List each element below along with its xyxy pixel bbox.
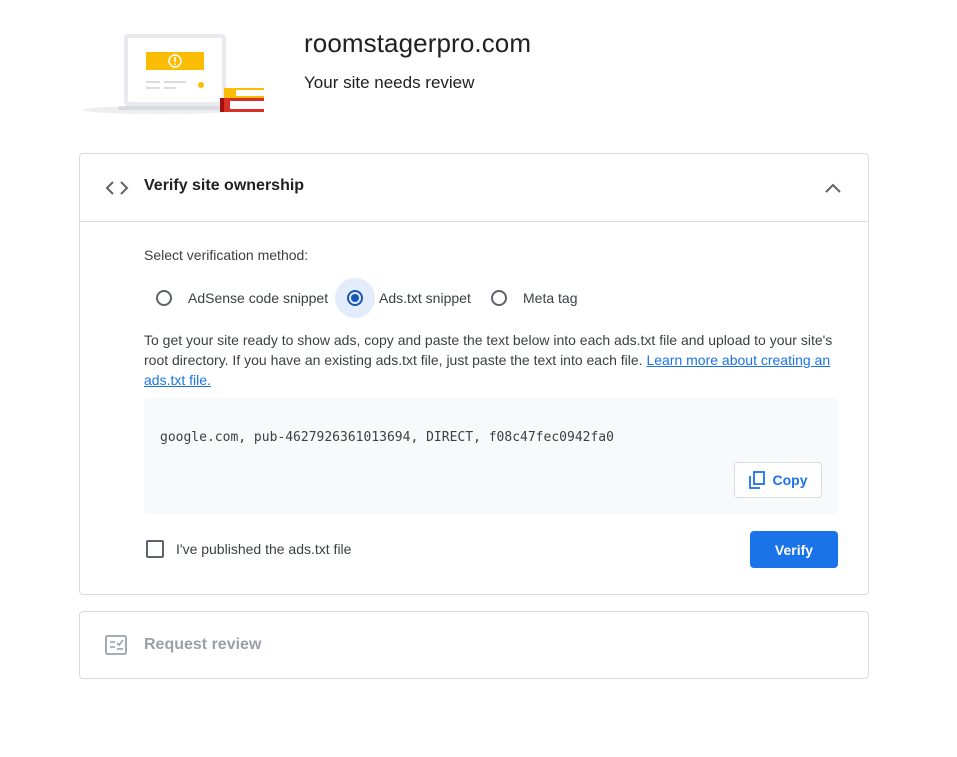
radio-button[interactable] [347, 290, 363, 306]
radio-meta-tag[interactable]: Meta tag [479, 277, 577, 319]
verify-card-title: Verify site ownership [144, 177, 305, 194]
checkbox-label: I've published the ads.txt file [176, 541, 352, 557]
ads-txt-instructions: To get your site ready to show ads, copy… [144, 330, 834, 390]
radio-label: Ads.txt snippet [379, 290, 471, 306]
verify-ownership-card: Verify site ownership Select verificatio… [79, 153, 869, 595]
verification-method-label: Select verification method: [144, 247, 309, 263]
chevron-up-icon [825, 183, 841, 193]
radio-touch-area [479, 278, 519, 318]
radio-label: AdSense code snippet [188, 290, 329, 306]
verify-card-header[interactable]: Verify site ownership [80, 154, 868, 222]
site-review-illustration [82, 34, 264, 114]
published-ads-txt-checkbox-row[interactable]: I've published the ads.txt file [146, 540, 351, 558]
radio-button[interactable] [491, 290, 507, 306]
copy-icon [748, 471, 765, 489]
code-icon [105, 181, 129, 195]
copy-button[interactable]: Copy [734, 462, 822, 498]
verification-method-radio-group: AdSense code snippet Ads.txt snippet Met… [144, 277, 844, 319]
adsense-site-review-page: roomstagerpro.com Your site needs review… [0, 0, 957, 757]
radio-ads-txt-snippet[interactable]: Ads.txt snippet [335, 277, 471, 319]
published-ads-txt-checkbox[interactable] [146, 540, 164, 558]
radio-label: Meta tag [523, 290, 578, 306]
radio-button[interactable] [156, 290, 172, 306]
site-name: roomstagerpro.com [304, 28, 532, 58]
collapse-button[interactable] [816, 174, 850, 202]
radio-touch-area [144, 278, 184, 318]
ads-txt-code-box: google.com, pub-4627926361013694, DIRECT… [144, 398, 838, 514]
request-review-card: Request review [79, 611, 869, 679]
copy-label: Copy [772, 472, 808, 488]
verify-button[interactable]: Verify [750, 531, 838, 568]
radio-adsense-code-snippet[interactable]: AdSense code snippet [144, 277, 328, 319]
request-review-title: Request review [144, 636, 262, 653]
ads-txt-line[interactable]: google.com, pub-4627926361013694, DIRECT… [160, 430, 614, 445]
site-status: Your site needs review [304, 73, 475, 92]
review-checklist-icon [105, 635, 127, 655]
radio-selected-dot [351, 294, 359, 302]
radio-touch-area [335, 278, 375, 318]
